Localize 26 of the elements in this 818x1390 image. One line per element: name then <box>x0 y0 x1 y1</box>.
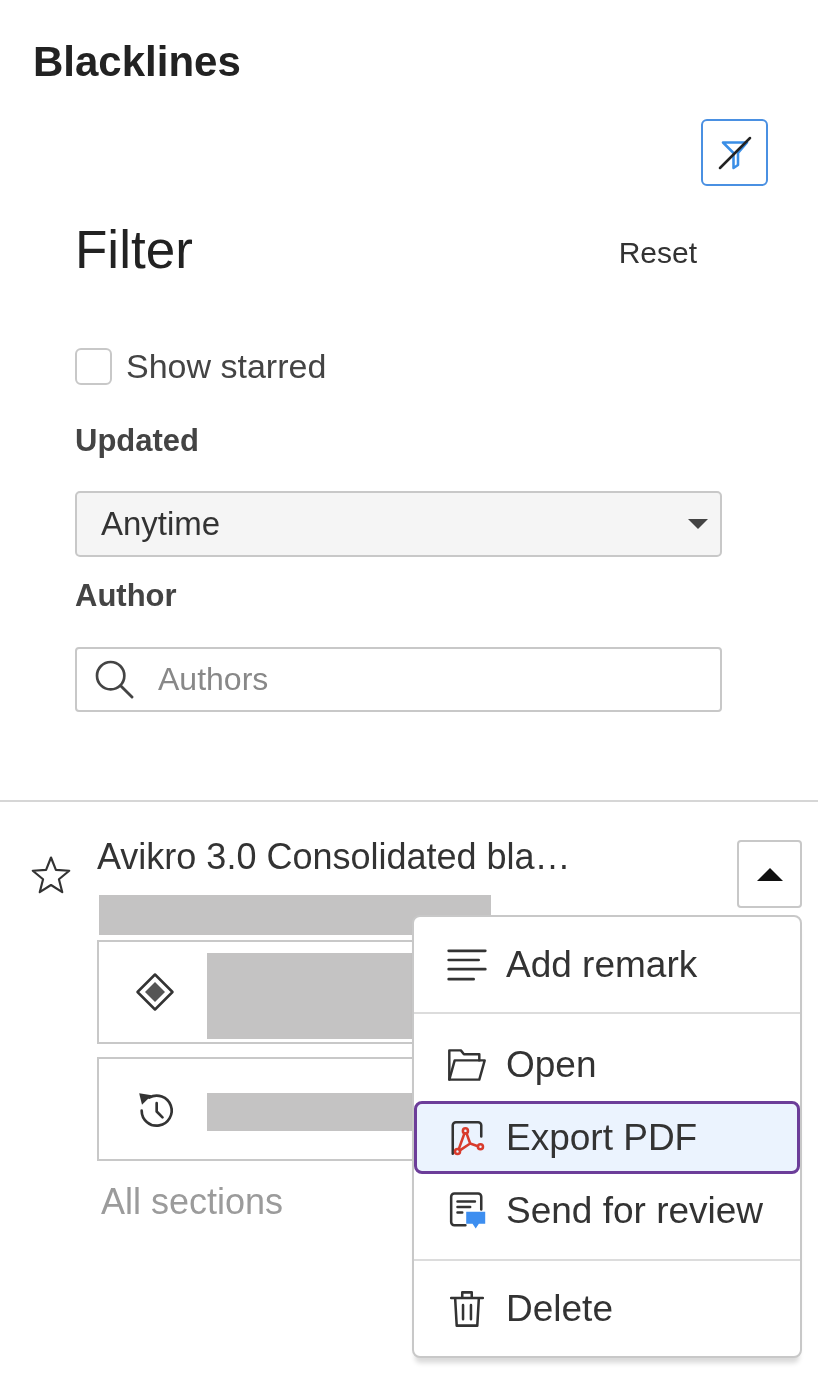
document-title: Avikro 3.0 Consolidated bla… <box>97 835 571 879</box>
diamond-icon <box>135 972 175 1012</box>
reset-button[interactable]: Reset <box>618 235 697 271</box>
menu-item[interactable]: Add remark <box>414 928 800 1001</box>
trash-icon <box>447 1289 487 1328</box>
clear-filter-button[interactable] <box>701 119 768 186</box>
menu-item[interactable]: Delete <box>414 1272 800 1345</box>
caret-down-icon <box>686 519 710 529</box>
caret-up-icon <box>756 867 783 881</box>
show-starred-label: Show starred <box>126 346 327 386</box>
filter-off-icon <box>716 134 753 171</box>
menu-item[interactable]: Open <box>414 1028 800 1101</box>
author-label: Author <box>75 578 177 614</box>
star-icon[interactable] <box>31 855 71 895</box>
checkbox[interactable] <box>75 347 112 385</box>
search-icon <box>94 659 134 699</box>
document-comment-icon <box>447 1191 487 1230</box>
sections-label: All sections <box>101 1180 284 1224</box>
menu-item[interactable]: Export PDF <box>414 1101 800 1174</box>
filter-heading: Filter <box>75 220 193 280</box>
updated-label: Updated <box>75 423 199 459</box>
updated-dropdown[interactable]: Anytime <box>75 491 722 557</box>
author-search-field[interactable]: Authors <box>75 647 722 712</box>
page-title: Blacklines <box>33 37 241 87</box>
menu-item[interactable]: Send for review <box>414 1174 800 1247</box>
menu-toggle-button[interactable] <box>737 840 802 908</box>
